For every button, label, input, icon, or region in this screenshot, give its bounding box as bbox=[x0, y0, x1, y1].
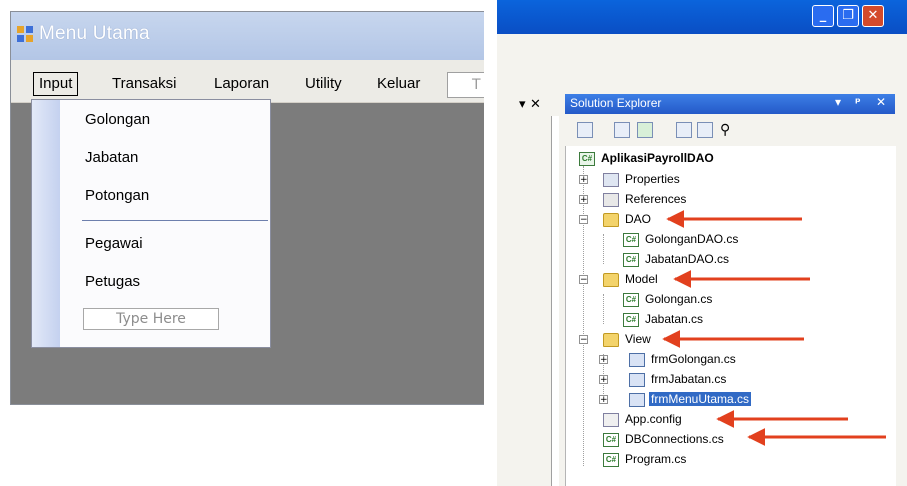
solution-explorer-toolbar: ⚲ bbox=[565, 114, 895, 146]
tree-node-app-config[interactable]: App.config bbox=[603, 410, 684, 428]
expand-icon[interactable]: + bbox=[599, 355, 608, 365]
form-icon bbox=[629, 352, 645, 367]
expand-icon[interactable]: + bbox=[599, 375, 608, 385]
menu-transaksi[interactable]: Transaksi bbox=[107, 74, 181, 94]
config-file-icon bbox=[603, 412, 619, 427]
collapse-icon[interactable]: − bbox=[579, 275, 588, 285]
references-icon bbox=[603, 192, 619, 207]
dropdown-separator bbox=[82, 220, 268, 221]
form-title: Menu Utama bbox=[39, 23, 150, 44]
tree-node-frmgolongan[interactable]: frmGolongan.cs bbox=[629, 350, 738, 368]
csharp-project-icon: C# bbox=[579, 151, 595, 166]
csharp-file-icon: C# bbox=[603, 432, 619, 447]
menu-utility[interactable]: Utility bbox=[300, 74, 347, 94]
form-icon bbox=[629, 392, 645, 407]
show-all-files-icon[interactable] bbox=[614, 122, 630, 138]
input-dropdown-menu: Golongan Jabatan Potongan Pegawai Petuga… bbox=[31, 99, 271, 348]
collapse-icon[interactable]: − bbox=[579, 215, 588, 225]
dropdown-item-petugas[interactable]: Petugas bbox=[85, 273, 140, 290]
menu-input[interactable]: Input bbox=[33, 72, 79, 96]
tree-node-program[interactable]: C# Program.cs bbox=[603, 450, 688, 468]
form-app-icon bbox=[17, 26, 33, 42]
folder-open-icon bbox=[603, 212, 619, 227]
csharp-file-icon: C# bbox=[623, 232, 639, 247]
menu-keluar[interactable]: Keluar bbox=[372, 74, 425, 94]
restore-button[interactable]: ❐ bbox=[837, 5, 859, 27]
tree-line bbox=[583, 166, 584, 466]
menu-type-here[interactable]: T bbox=[447, 72, 484, 98]
tree-node-frmjabatan[interactable]: frmJabatan.cs bbox=[629, 370, 728, 388]
csharp-file-icon: C# bbox=[623, 312, 639, 327]
csharp-file-icon: C# bbox=[603, 452, 619, 467]
project-node[interactable]: C# AplikasiPayrollDAO bbox=[579, 149, 716, 167]
expand-icon[interactable]: + bbox=[579, 195, 588, 205]
form-icon bbox=[629, 372, 645, 387]
auto-hide-pin-icon[interactable]: ᵖ bbox=[855, 95, 861, 109]
dropdown-item-potongan[interactable]: Potongan bbox=[85, 187, 149, 204]
form-title-bar: Menu Utama bbox=[11, 12, 484, 60]
dropdown-item-jabatan[interactable]: Jabatan bbox=[85, 149, 138, 166]
menu-laporan[interactable]: Laporan bbox=[209, 74, 274, 94]
properties-toolbar-icon[interactable] bbox=[577, 122, 593, 138]
csharp-file-icon: C# bbox=[623, 252, 639, 267]
tree-node-view-folder[interactable]: View bbox=[603, 330, 653, 348]
class-diagram-icon[interactable]: ⚲ bbox=[720, 122, 736, 138]
tree-node-properties[interactable]: Properties bbox=[603, 170, 682, 188]
tree-node-jabatandao[interactable]: C# JabatanDAO.cs bbox=[623, 250, 731, 268]
dropdown-type-here[interactable]: Type Here bbox=[83, 308, 219, 330]
solution-explorer-title: Solution Explorer bbox=[570, 96, 662, 110]
solution-explorer-title-bar: Solution Explorer ▾ ᵖ ✕ bbox=[565, 94, 895, 114]
tree-node-dao-folder[interactable]: DAO bbox=[603, 210, 653, 228]
tree-line bbox=[603, 234, 604, 264]
view-designer-icon[interactable] bbox=[697, 122, 713, 138]
expand-icon[interactable]: + bbox=[579, 175, 588, 185]
dropdown-item-golongan[interactable]: Golongan bbox=[85, 111, 150, 128]
tree-node-model-folder[interactable]: Model bbox=[603, 270, 660, 288]
tree-node-jabatan[interactable]: C# Jabatan.cs bbox=[623, 310, 705, 328]
dropdown-gutter bbox=[32, 100, 60, 347]
folder-open-icon bbox=[603, 272, 619, 287]
tree-node-references[interactable]: References bbox=[603, 190, 688, 208]
minimize-button[interactable]: _ bbox=[812, 5, 834, 27]
view-code-icon[interactable] bbox=[676, 122, 692, 138]
panel-dropdown-close-icon[interactable]: ▾ ✕ bbox=[519, 97, 541, 112]
form-designer-window: Menu Utama Input Transaksi Laporan Utili… bbox=[10, 11, 484, 405]
close-window-button[interactable]: ✕ bbox=[862, 5, 884, 27]
close-panel-icon[interactable]: ✕ bbox=[876, 95, 886, 109]
collapse-icon[interactable]: − bbox=[579, 335, 588, 345]
properties-icon bbox=[603, 172, 619, 187]
solution-explorer-tree: C# AplikasiPayrollDAO + Properties + Refe… bbox=[565, 146, 896, 486]
window-position-icon[interactable]: ▾ bbox=[835, 95, 841, 109]
tree-node-dbconnections[interactable]: C# DBConnections.cs bbox=[603, 430, 726, 448]
csharp-file-icon: C# bbox=[623, 292, 639, 307]
tree-node-golongan[interactable]: C# Golongan.cs bbox=[623, 290, 714, 308]
tree-node-frmmenuutama[interactable]: frmMenuUtama.cs bbox=[629, 390, 752, 408]
menu-bar: Input Transaksi Laporan Utility Keluar T bbox=[11, 60, 484, 103]
dropdown-item-pegawai[interactable]: Pegawai bbox=[85, 235, 143, 252]
tree-line bbox=[603, 294, 604, 324]
refresh-icon[interactable] bbox=[637, 122, 653, 138]
document-area-edge bbox=[551, 116, 559, 486]
expand-icon[interactable]: + bbox=[599, 395, 608, 405]
tree-node-golongandao[interactable]: C# GolonganDAO.cs bbox=[623, 230, 740, 248]
folder-open-icon bbox=[603, 332, 619, 347]
